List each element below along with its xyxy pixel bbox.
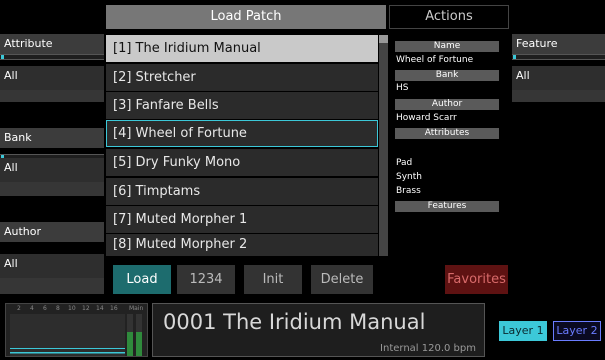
current-patch-name: 0001 The Iridium Manual — [163, 310, 426, 334]
right-filter-panel: Feature All — [512, 0, 605, 300]
left-filter-panel: Attribute All Bank All Author All — [0, 0, 104, 300]
meter-label: 16 — [110, 305, 118, 312]
feature-filter-label: Feature — [512, 34, 605, 54]
meter-label: 4 — [30, 305, 34, 312]
meter-label: 8 — [56, 305, 60, 312]
attribute-value: Synth — [396, 172, 422, 182]
attribute-filter-value[interactable]: All — [0, 66, 104, 90]
attribute-value: Pad — [396, 158, 413, 168]
author-filter-label: Author — [0, 222, 104, 242]
meter-label: 2 — [17, 305, 21, 312]
patch-item-8[interactable]: [8] Muted Morpher 2 — [106, 234, 378, 256]
clock-status: Internal 120.0 bpm — [380, 343, 476, 354]
author-filter-list[interactable] — [0, 278, 104, 294]
layer-2-button[interactable]: Layer 2 — [553, 321, 601, 341]
features-label: Features — [395, 201, 499, 212]
output-meters: 2 4 6 8 10 12 14 16 Main — [5, 303, 148, 357]
load-button[interactable]: Load — [113, 265, 171, 294]
attributes-label: Attributes — [395, 128, 499, 139]
patch-item-6[interactable]: [6] Timptams — [106, 178, 378, 205]
left-top-blank — [0, 0, 104, 34]
meter-label: 10 — [68, 305, 76, 312]
author-label: Author — [395, 99, 499, 110]
patch-item-1[interactable]: [1] The Iridium Manual — [106, 35, 378, 62]
init-button[interactable]: Init — [244, 265, 302, 294]
patch-display: 0001 The Iridium Manual Internal 120.0 b… — [152, 303, 485, 357]
feature-filter-value[interactable]: All — [512, 66, 605, 90]
layer-1-button[interactable]: Layer 1 — [499, 321, 547, 341]
meter-label: 6 — [43, 305, 47, 312]
patch-item-4[interactable]: [4] Wheel of Fortune — [106, 120, 378, 147]
load-patch-title: Load Patch — [106, 5, 386, 29]
attribute-filter-scrollbar[interactable] — [0, 54, 104, 60]
meter-label: 14 — [96, 305, 104, 312]
patch-list-scroll-thumb[interactable] — [379, 35, 388, 43]
feature-filter-list[interactable] — [512, 90, 605, 102]
favorites-button[interactable]: Favorites — [445, 265, 508, 294]
name-value: Wheel of Fortune — [396, 55, 474, 65]
meter-label: 12 — [82, 305, 90, 312]
bank-filter-list[interactable] — [0, 182, 104, 196]
bank-filter-label: Bank — [0, 128, 104, 148]
patch-info-panel: Name Wheel of Fortune Bank HS Author How… — [389, 34, 509, 256]
actions-title[interactable]: Actions — [389, 5, 509, 29]
patch-item-5[interactable]: [5] Dry Funky Mono — [106, 149, 378, 176]
author-value: Howard Scarr — [396, 113, 457, 123]
patch-item-3[interactable]: [3] Fanfare Bells — [106, 92, 378, 119]
attribute-filter-list[interactable] — [0, 90, 104, 102]
bank-filter-value[interactable]: All — [0, 158, 104, 182]
number-button[interactable]: 1234 — [177, 265, 235, 294]
name-label: Name — [395, 41, 499, 52]
level-meters — [10, 314, 142, 356]
delete-button[interactable]: Delete — [311, 265, 373, 294]
attribute-value: Brass — [396, 186, 421, 196]
author-filter-value[interactable]: All — [0, 254, 104, 278]
patch-item-2[interactable]: [2] Stretcher — [106, 64, 378, 91]
meter-label: Main — [129, 305, 144, 312]
feature-filter-scrollbar[interactable] — [512, 54, 605, 60]
bank-label: Bank — [395, 70, 499, 81]
patch-list-scrollbar[interactable] — [379, 35, 388, 256]
bank-value: HS — [396, 83, 409, 93]
patch-item-7[interactable]: [7] Muted Morpher 1 — [106, 206, 378, 233]
attribute-filter-label: Attribute — [0, 34, 104, 54]
